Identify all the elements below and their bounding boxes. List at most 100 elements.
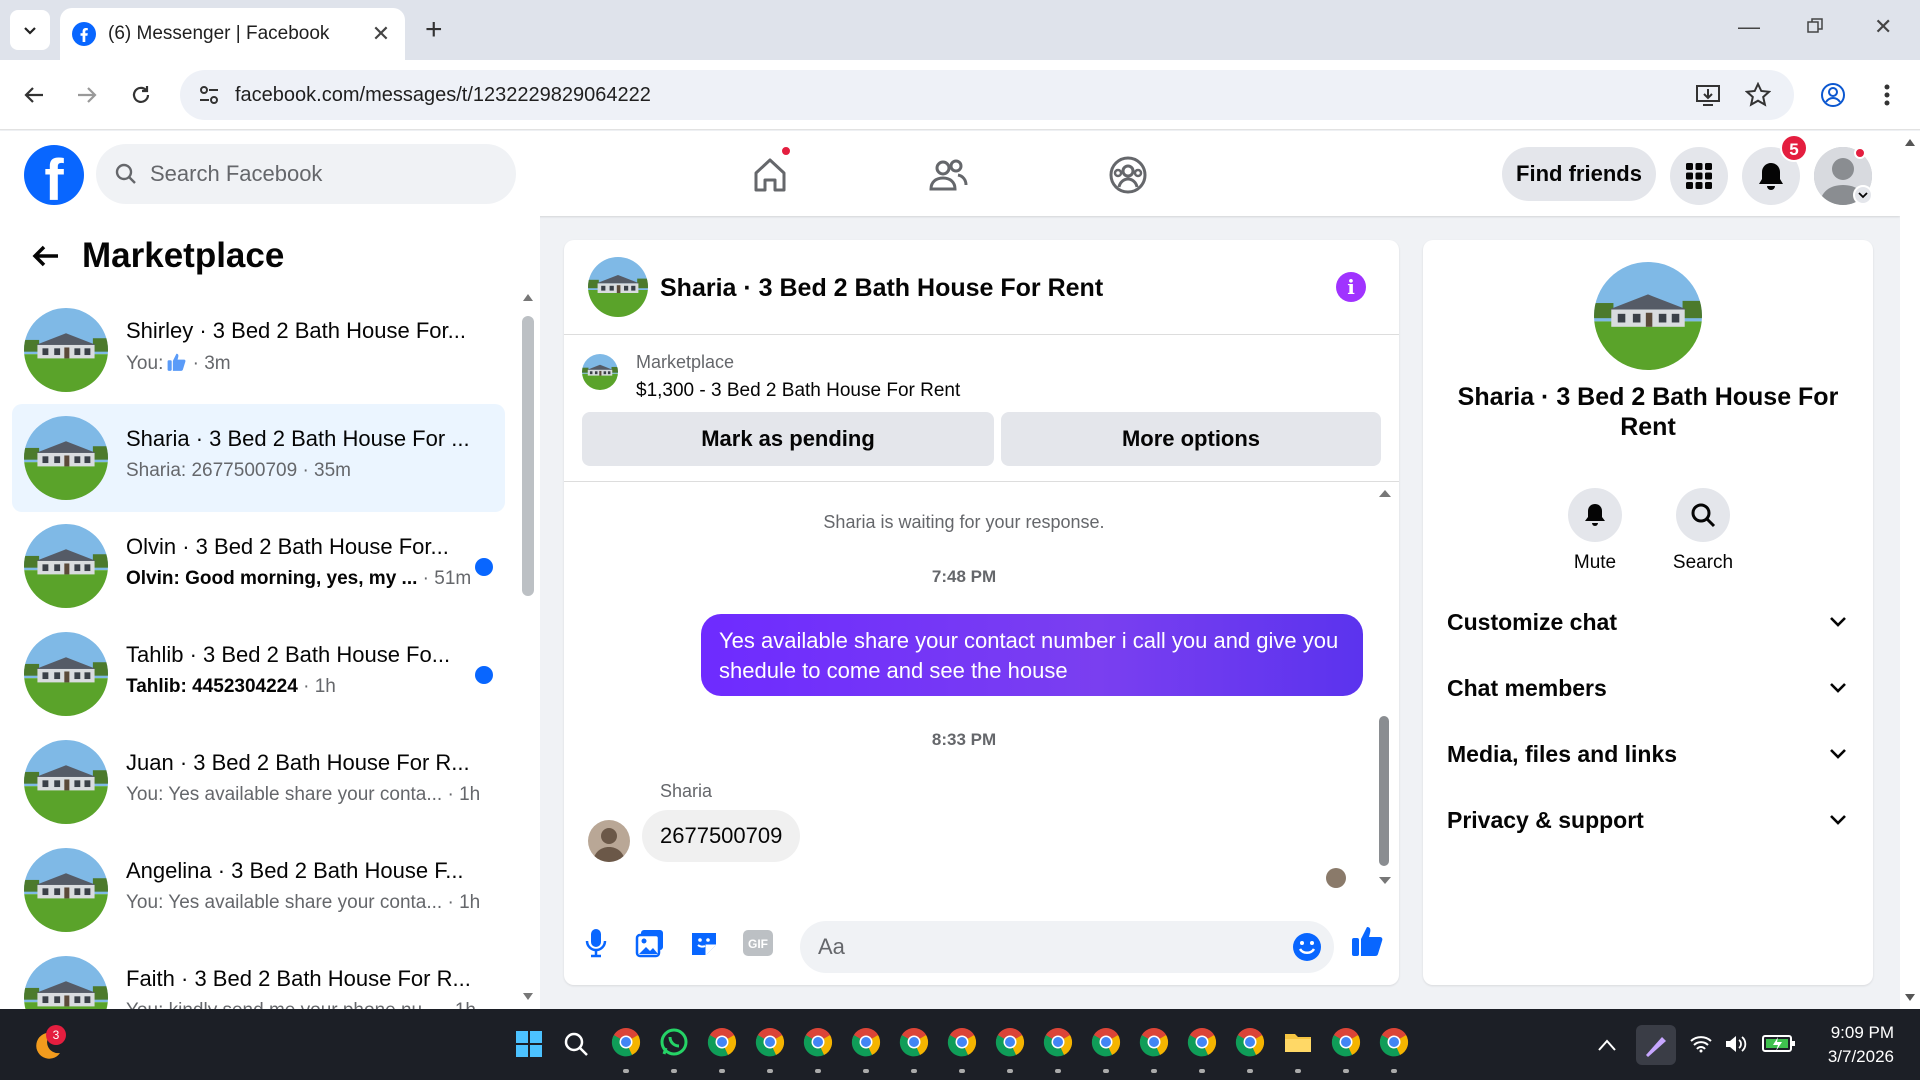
chrome-icon[interactable] <box>803 1027 833 1057</box>
conversation-row[interactable]: Olvin · 3 Bed 2 Bath House For... Olvin: … <box>12 512 505 620</box>
weather-widget[interactable]: 3 <box>30 1025 66 1063</box>
chat-scrollbar[interactable] <box>1379 716 1389 866</box>
mark-as-pending-button[interactable]: Mark as pending <box>582 412 994 466</box>
facebook-header: f Find friends 5 <box>0 131 1900 216</box>
start-button[interactable] <box>516 1031 542 1057</box>
scroll-down-icon[interactable] <box>522 992 534 1002</box>
details-avatar[interactable] <box>1594 262 1702 370</box>
back-button[interactable] <box>17 78 51 112</box>
conversation-row[interactable]: Shirley · 3 Bed 2 Bath House For... You: … <box>12 296 505 404</box>
nav-home[interactable] <box>746 145 794 199</box>
facebook-search-box[interactable] <box>96 144 516 204</box>
details-section-row[interactable]: Customize chat <box>1447 602 1847 642</box>
address-bar[interactable]: facebook.com/messages/t/1232229829064222 <box>180 70 1794 120</box>
chrome-icon[interactable] <box>1379 1027 1409 1057</box>
chrome-icon[interactable] <box>707 1027 737 1057</box>
facebook-logo[interactable]: f <box>24 145 84 205</box>
more-options-button[interactable]: More options <box>1001 412 1381 466</box>
pen-app-icon[interactable] <box>1636 1025 1676 1065</box>
account-chevron[interactable] <box>1853 185 1873 205</box>
forward-button[interactable] <box>70 78 104 112</box>
chrome-icon[interactable] <box>947 1027 977 1057</box>
details-section-row[interactable]: Privacy & support <box>1447 800 1847 840</box>
bookmark-star-icon[interactable] <box>1745 82 1771 108</box>
marketplace-label: Marketplace <box>636 352 735 372</box>
url-text[interactable]: facebook.com/messages/t/1232229829064222 <box>235 84 651 107</box>
chrome-icon[interactable] <box>899 1027 929 1057</box>
restore-icon[interactable] <box>1807 18 1823 34</box>
conversation-row[interactable]: Angelina · 3 Bed 2 Bath House F... You: Y… <box>12 836 505 944</box>
file-explorer-icon[interactable] <box>1283 1027 1313 1057</box>
chrome-icon[interactable] <box>995 1027 1025 1057</box>
conversation-row[interactable]: Sharia · 3 Bed 2 Bath House For ... Shari… <box>12 404 505 512</box>
gif-button[interactable]: GIF <box>740 925 776 961</box>
details-section-row[interactable]: Media, files and links <box>1447 734 1847 774</box>
listing-title[interactable]: $1,300 - 3 Bed 2 Bath House For Rent <box>636 380 960 402</box>
nav-groups[interactable] <box>1104 151 1152 199</box>
wifi-icon[interactable] <box>1690 1035 1712 1053</box>
scroll-up-icon[interactable] <box>522 292 534 302</box>
preview-time: · 1h <box>443 1000 476 1009</box>
chrome-icon[interactable] <box>1091 1027 1121 1057</box>
chat-avatar[interactable] <box>588 257 648 317</box>
scroll-down-icon[interactable] <box>1904 993 1916 1003</box>
mute-action[interactable]: Mute <box>1555 488 1635 574</box>
chat-title[interactable]: Sharia · 3 Bed 2 Bath House For Rent <box>660 274 1103 303</box>
listing-thumbnail[interactable] <box>582 354 618 390</box>
volume-icon[interactable] <box>1724 1033 1748 1055</box>
chrome-icon[interactable] <box>1043 1027 1073 1057</box>
reload-button[interactable] <box>124 78 158 112</box>
chrome-icon[interactable] <box>1235 1027 1265 1057</box>
profile-button[interactable] <box>1816 78 1850 112</box>
new-tab-button[interactable]: + <box>425 14 443 46</box>
chrome-icon[interactable] <box>1187 1027 1217 1057</box>
chrome-icon[interactable] <box>851 1027 881 1057</box>
site-settings-icon[interactable] <box>198 84 220 106</box>
browser-menu-button[interactable] <box>1870 78 1904 112</box>
sticker-button[interactable] <box>686 925 722 961</box>
details-section-row[interactable]: Chat members <box>1447 668 1847 708</box>
voice-clip-button[interactable] <box>578 925 614 961</box>
account-notification-dot <box>1854 147 1866 159</box>
message-input[interactable] <box>818 934 1258 960</box>
send-like-button[interactable] <box>1350 923 1386 959</box>
tab-search-dropdown-button[interactable] <box>10 10 50 50</box>
attach-photo-button[interactable] <box>632 925 668 961</box>
search-input[interactable] <box>150 161 450 187</box>
scroll-down-icon[interactable] <box>1378 876 1392 886</box>
scroll-up-icon[interactable] <box>1904 137 1916 147</box>
system-clock[interactable]: 9:09 PM 3/7/2026 <box>1810 1021 1894 1069</box>
chrome-icon[interactable] <box>1331 1027 1361 1057</box>
info-icon[interactable]: i <box>1336 272 1366 302</box>
browser-tab-messenger[interactable]: (6) Messenger | Facebook ✕ <box>60 8 405 60</box>
back-arrow-icon[interactable] <box>30 240 62 272</box>
install-app-icon[interactable] <box>1695 82 1721 108</box>
message-input-box[interactable] <box>800 921 1334 973</box>
chrome-icon[interactable] <box>611 1027 641 1057</box>
close-window-icon[interactable]: ✕ <box>1874 14 1892 40</box>
chevron-up-icon[interactable] <box>1598 1039 1616 1051</box>
outgoing-message[interactable]: Yes available share your contact number … <box>701 614 1363 696</box>
nav-friends[interactable] <box>924 151 972 199</box>
page-scrollbar[interactable] <box>1900 131 1920 1009</box>
menu-button[interactable] <box>1670 147 1728 205</box>
house-image-icon <box>24 848 108 932</box>
emoji-icon[interactable] <box>1292 932 1322 962</box>
conversation-row[interactable]: Faith · 3 Bed 2 Bath House For R... You: … <box>12 944 505 1009</box>
conversation-list-scrollbar[interactable] <box>522 316 534 596</box>
taskbar-search-button[interactable] <box>563 1031 589 1057</box>
find-friends-button[interactable]: Find friends <box>1502 147 1656 201</box>
chrome-icon[interactable] <box>1139 1027 1169 1057</box>
whatsapp-icon[interactable] <box>659 1027 689 1057</box>
minimize-icon[interactable]: — <box>1738 14 1760 40</box>
conversation-row[interactable]: Juan · 3 Bed 2 Bath House For R... You: Y… <box>12 728 505 836</box>
sender-avatar[interactable] <box>588 820 630 862</box>
scroll-up-icon[interactable] <box>1378 488 1392 498</box>
conversation-name: Tahlib · 3 Bed 2 Bath House Fo... <box>126 642 451 667</box>
incoming-message[interactable]: 2677500709 <box>642 810 801 862</box>
battery-charging-icon[interactable] <box>1762 1033 1796 1053</box>
search-action[interactable]: Search <box>1663 488 1743 574</box>
close-tab-icon[interactable]: ✕ <box>369 21 393 47</box>
chrome-icon[interactable] <box>755 1027 785 1057</box>
conversation-row[interactable]: Tahlib · 3 Bed 2 Bath House Fo... Tahlib:… <box>12 620 505 728</box>
